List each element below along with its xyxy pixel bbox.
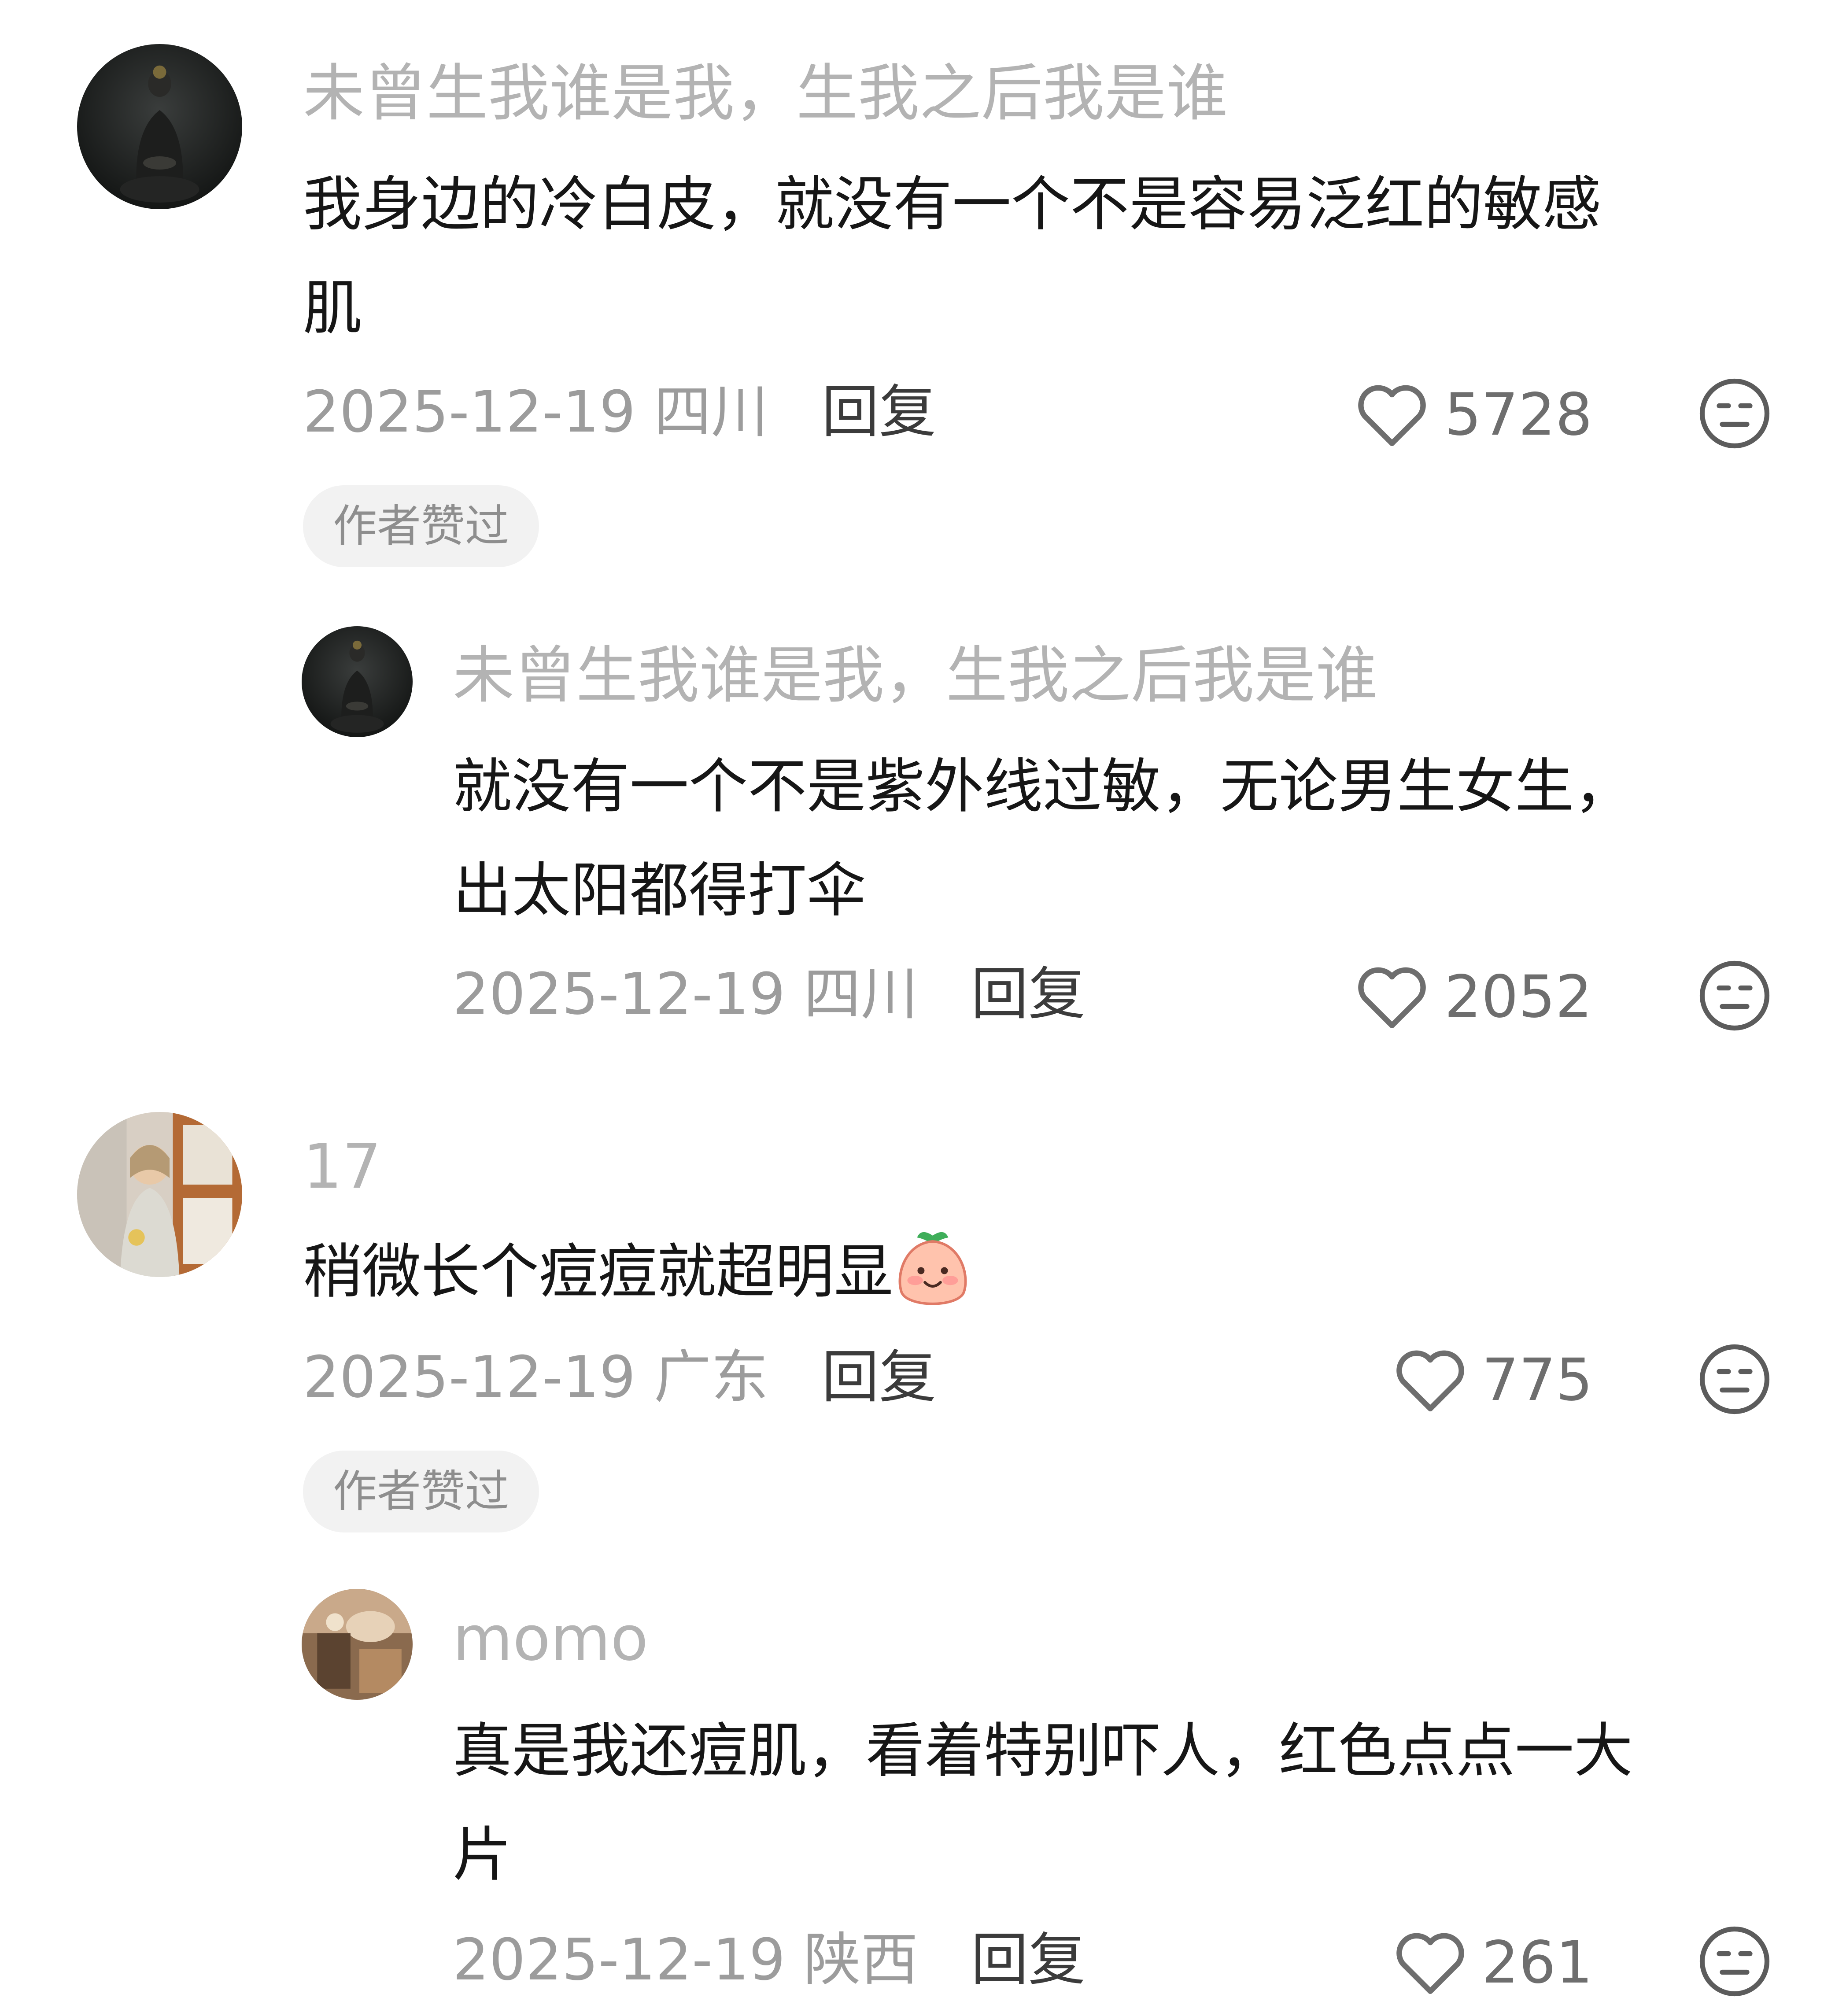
meh-face-icon[interactable] xyxy=(1698,959,1772,1033)
like-count: 261 xyxy=(1482,1929,1593,1997)
meh-face-icon[interactable] xyxy=(1698,1342,1772,1416)
reply-button[interactable]: 回复 xyxy=(971,1931,1085,1988)
comment-text: 我身边的冷白皮，就没有一个不是容易泛红的敏感 肌 xyxy=(303,152,1796,360)
meh-face-icon[interactable] xyxy=(1698,377,1772,450)
heart-outline-icon[interactable] xyxy=(1355,964,1429,1029)
comment-username[interactable]: 未曾生我谁是我，生我之后我是谁 xyxy=(303,63,1228,125)
momo-avatar-image xyxy=(302,1589,413,1700)
heart-outline-icon[interactable] xyxy=(1394,1348,1467,1412)
buddha-avatar-image xyxy=(302,626,413,737)
reply-date-location: 2025-12-19 陕西 xyxy=(453,1926,918,1993)
heart-outline-icon[interactable] xyxy=(1394,1930,1467,1994)
reply-text-line: 片 xyxy=(453,1820,512,1889)
reply-text-line: 真是我还痘肌，看着特别吓人，红色点点一大 xyxy=(453,1717,1633,1785)
comment-date-location: 2025-12-19 四川 xyxy=(303,378,768,445)
heart-outline-icon[interactable] xyxy=(1355,382,1429,447)
like-count: 5728 xyxy=(1444,381,1592,449)
avatar[interactable] xyxy=(77,44,242,209)
reply-button[interactable]: 回复 xyxy=(822,1348,936,1406)
comment-text-line: 我身边的冷白皮，就没有一个不是容易泛红的敏感 xyxy=(303,170,1602,239)
reply-button[interactable]: 回复 xyxy=(971,965,1085,1023)
meh-face-icon[interactable] xyxy=(1698,1924,1772,1998)
comment-text: 稍微长个痘痘就超明显 xyxy=(303,1220,1796,1324)
girl-by-window-avatar-image xyxy=(77,1112,242,1277)
peach-blush-emoji xyxy=(893,1228,972,1310)
reply-username[interactable]: momo xyxy=(453,1608,648,1670)
reply-text-line: 就没有一个不是紫外线过敏，无论男生女生， xyxy=(453,752,1633,821)
reply-button[interactable]: 回复 xyxy=(822,383,936,440)
like-count: 2052 xyxy=(1444,963,1592,1031)
comment-username[interactable]: 17 xyxy=(303,1136,381,1198)
comment-text-line: 稍微长个痘痘就超明显 xyxy=(303,1237,894,1306)
reply-text: 真是我还痘肌，看着特别吓人，红色点点一大 片 xyxy=(453,1699,1796,1907)
reply-date-location: 2025-12-19 四川 xyxy=(453,960,918,1027)
avatar[interactable] xyxy=(302,626,413,737)
reply-text-line: 出太阳都得打伞 xyxy=(453,856,866,925)
avatar[interactable] xyxy=(302,1589,413,1700)
like-count: 775 xyxy=(1482,1346,1593,1414)
avatar[interactable] xyxy=(77,1112,242,1277)
reply-username[interactable]: 未曾生我谁是我，生我之后我是谁 xyxy=(453,645,1377,707)
reply-text: 就没有一个不是紫外线过敏，无论男生女生， 出太阳都得打伞 xyxy=(453,735,1796,942)
comment-date-location: 2025-12-19 广东 xyxy=(303,1344,768,1410)
author-liked-badge: 作者赞过 xyxy=(303,485,539,567)
comment-text-line: 肌 xyxy=(303,274,362,343)
buddha-avatar-image xyxy=(77,44,242,209)
author-liked-badge: 作者赞过 xyxy=(303,1451,539,1532)
